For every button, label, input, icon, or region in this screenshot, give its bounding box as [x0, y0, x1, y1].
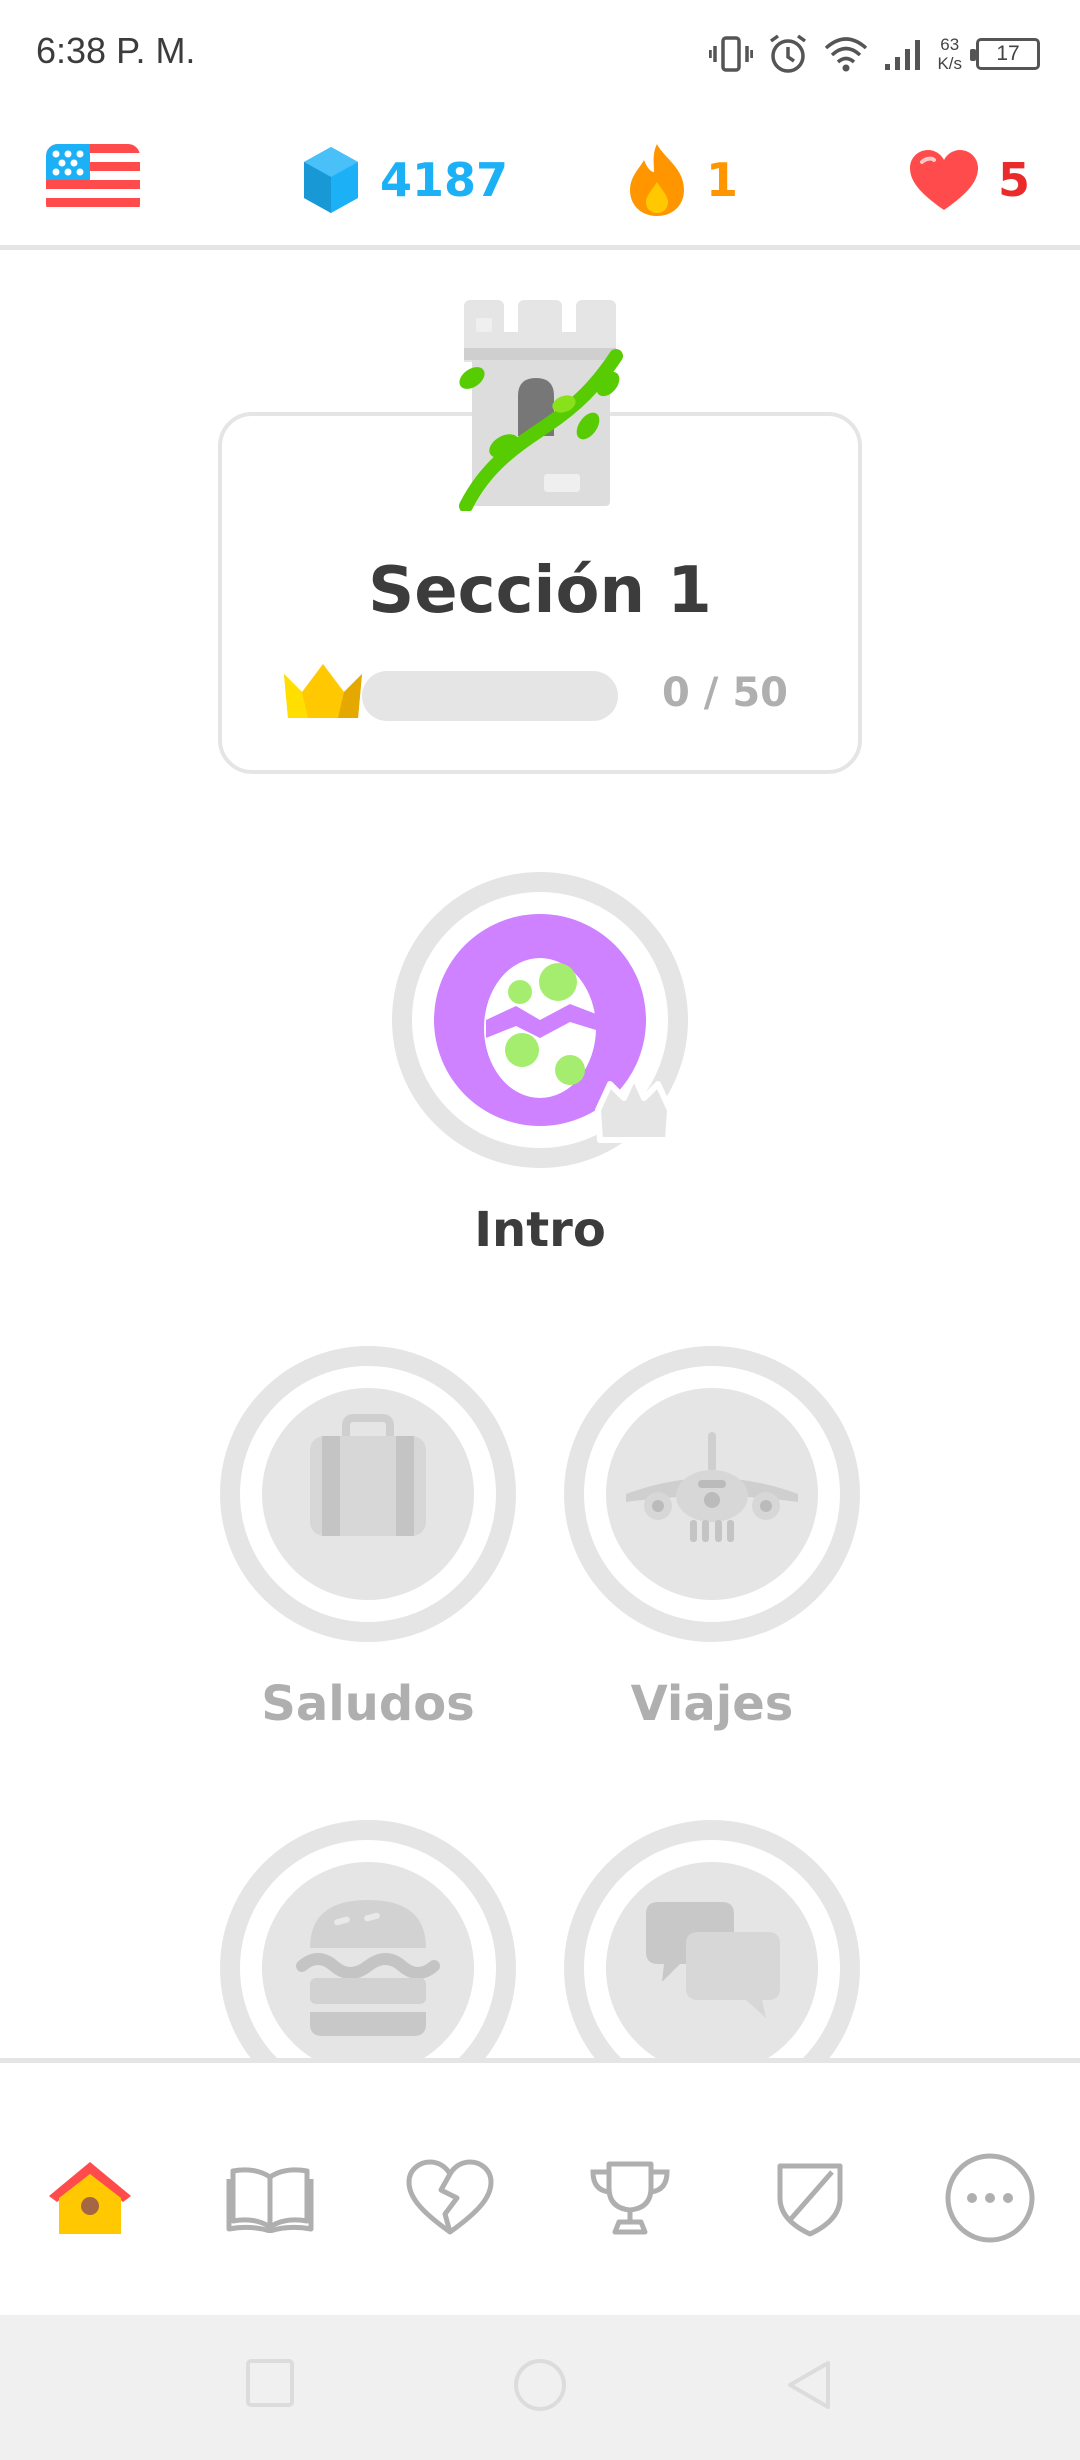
shield-icon: [777, 2163, 843, 2237]
back-button[interactable]: [784, 2357, 834, 2413]
nav-practice[interactable]: [395, 2143, 505, 2253]
net-speed: 63 K/s: [937, 35, 962, 73]
vibrate-icon: [709, 36, 754, 72]
trophy-icon: [590, 2161, 670, 2235]
egg-icon: [484, 958, 596, 1098]
nav-stories[interactable]: [215, 2143, 325, 2253]
system-nav-bar: [0, 2315, 1080, 2460]
bottom-nav: [0, 2063, 1080, 2315]
section-progress-text: 0 / 50: [662, 670, 788, 716]
section-title: Sección 1: [368, 554, 712, 628]
flame-icon: [630, 144, 684, 216]
skill-progress-ring: [220, 1346, 516, 1642]
battery-indicator: 17: [970, 38, 1040, 70]
recent-apps-button[interactable]: [244, 2357, 296, 2409]
status-bar: 6:38 P. M. 63 K/s 17: [0, 0, 1080, 110]
skill-crown-icon: [595, 1073, 673, 1143]
nav-more[interactable]: [935, 2143, 1045, 2253]
skill-progress-ring: [564, 1346, 860, 1642]
home-button[interactable]: [512, 2357, 568, 2413]
nav-learn[interactable]: [35, 2143, 145, 2253]
top-stats-bar: 4187 1 5: [0, 120, 1080, 240]
net-speed-unit: K/s: [937, 54, 962, 73]
heart-icon: [910, 150, 978, 210]
skill-progress-ring: [220, 1820, 516, 2058]
signal-icon: [885, 40, 921, 70]
more-icon: [945, 2153, 1035, 2243]
wifi-icon: [825, 37, 868, 72]
hearts-counter[interactable]: 5: [908, 120, 1030, 240]
us-flag-icon: [46, 144, 140, 216]
status-icons: 63 K/s 17: [709, 28, 1040, 80]
streak-counter[interactable]: 1: [626, 120, 738, 240]
gems-counter[interactable]: 4187: [300, 120, 508, 240]
home-icon: [49, 2162, 131, 2234]
alarm-icon: [770, 34, 807, 73]
book-icon: [226, 2167, 314, 2233]
nav-leaderboard[interactable]: [575, 2143, 685, 2253]
gems-count: 4187: [380, 153, 509, 207]
skill-label: Saludos: [261, 1676, 475, 1732]
castle-icon: [459, 300, 623, 511]
skill-label: Viajes: [630, 1676, 794, 1732]
nav-shield[interactable]: [755, 2143, 865, 2253]
skill-progress-ring: [564, 1820, 860, 2058]
crown-icon: [284, 664, 362, 718]
gem-icon: [304, 147, 358, 213]
streak-count: 1: [706, 153, 739, 207]
hearts-count: 5: [998, 153, 1031, 207]
net-speed-value: 63: [940, 35, 960, 54]
section-progress-bar: [362, 671, 618, 721]
status-time: 6:38 P. M.: [36, 30, 196, 71]
skill-food[interactable]: [218, 1818, 518, 2058]
skill-conversation[interactable]: [562, 1818, 862, 2058]
skill-progress-ring: [392, 872, 688, 1168]
skill-label: Intro: [474, 1202, 606, 1258]
language-selector[interactable]: [46, 120, 140, 240]
broken-heart-icon: [406, 2159, 494, 2235]
header-divider: [0, 245, 1080, 250]
